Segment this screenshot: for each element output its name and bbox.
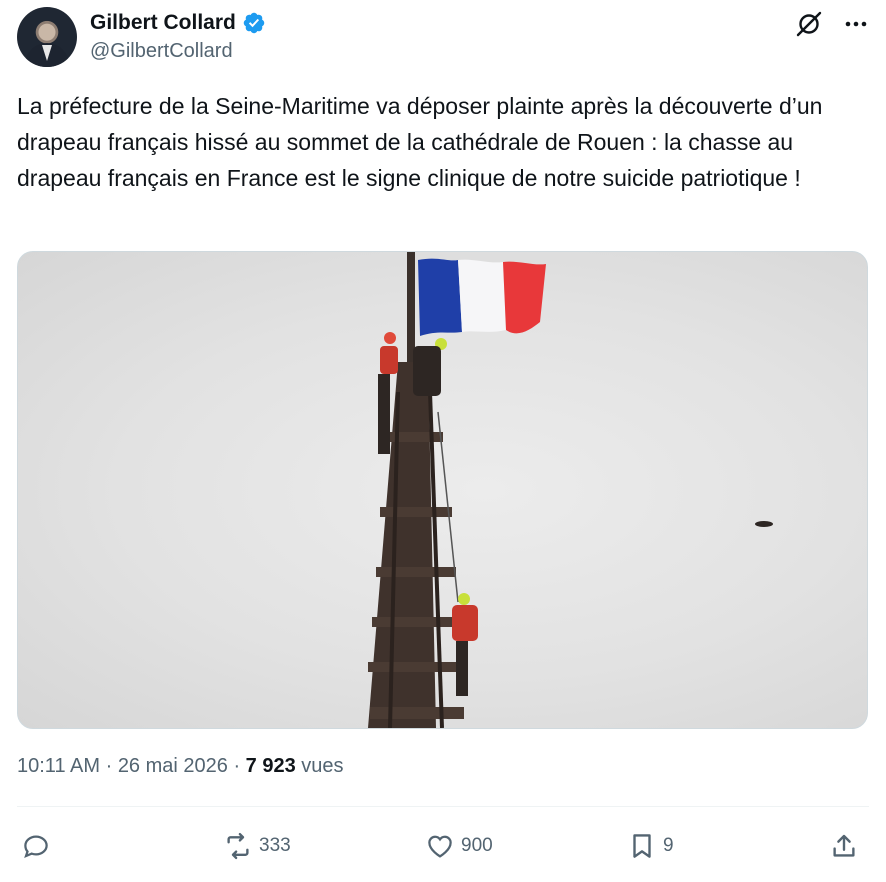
meta-separator: · — [100, 755, 118, 777]
reply-button[interactable] — [21, 826, 57, 866]
cathedral-spire-photo — [368, 252, 773, 728]
tweet-meta: 10:11 AM · 26 mai 2026 · 7 923 vues — [17, 755, 344, 778]
views-count: 7 923 — [245, 755, 296, 777]
meta-separator-2: · — [227, 755, 246, 777]
retweet-count: 333 — [259, 835, 291, 856]
more-icon[interactable] — [843, 13, 869, 35]
divider — [17, 806, 869, 807]
bird — [755, 521, 773, 527]
name-row: Gilbert Collard — [90, 11, 266, 35]
views-label: vues — [301, 755, 344, 777]
like-count: 900 — [461, 835, 493, 856]
reply-icon — [24, 835, 48, 858]
tweet-photo[interactable] — [17, 251, 868, 729]
action-bar: 333 900 9 — [17, 826, 869, 866]
retweet-button[interactable]: 333 — [223, 826, 291, 866]
display-name[interactable]: Gilbert Collard — [90, 11, 236, 35]
bookmark-count: 9 — [663, 835, 674, 856]
share-icon — [833, 834, 855, 857]
handle[interactable]: @GilbertCollard — [90, 40, 233, 63]
retweet-icon — [227, 832, 249, 860]
flag-pole — [407, 252, 415, 362]
bookmark-button[interactable]: 9 — [627, 826, 674, 866]
french-flag — [418, 258, 546, 336]
bookmark-icon — [633, 834, 651, 858]
heart-icon — [428, 835, 452, 858]
date[interactable]: 26 mai 2026 — [118, 755, 228, 777]
tweet-text: La préfecture de la Seine-Maritime va dé… — [17, 93, 823, 191]
tweet-header: Gilbert Collard @GilbertCollard — [17, 7, 869, 69]
share-button[interactable] — [829, 826, 865, 866]
avatar[interactable] — [17, 7, 77, 67]
grok-icon[interactable] — [795, 10, 823, 38]
verified-badge-icon — [243, 12, 265, 34]
timestamp[interactable]: 10:11 AM — [17, 755, 100, 777]
like-button[interactable]: 900 — [425, 826, 493, 866]
